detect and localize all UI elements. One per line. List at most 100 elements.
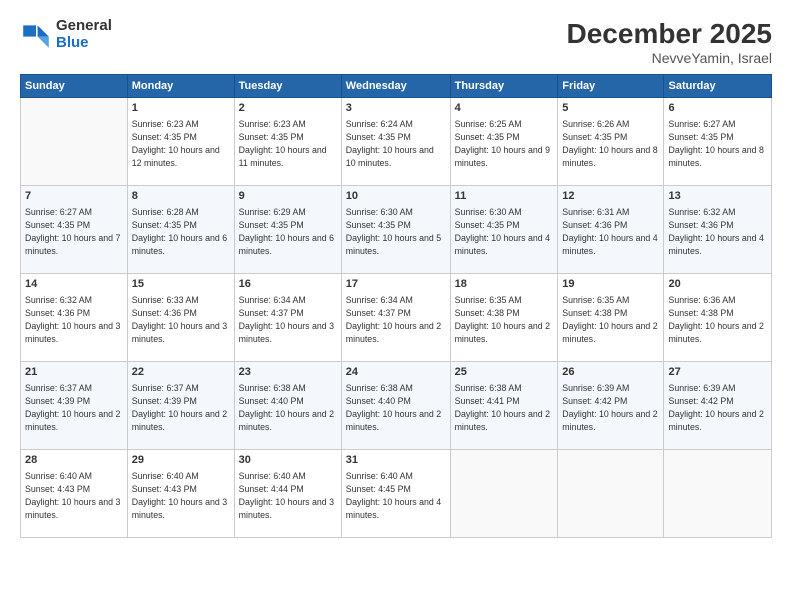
calendar-table: SundayMondayTuesdayWednesdayThursdayFrid…	[20, 74, 772, 538]
calendar-cell: 13 Sunrise: 6:32 AM Sunset: 4:36 PM Dayli…	[664, 186, 772, 274]
logo: General Blue	[20, 18, 112, 51]
day-info: Sunrise: 6:35 AM Sunset: 4:38 PM Dayligh…	[562, 294, 659, 345]
day-info: Sunrise: 6:39 AM Sunset: 4:42 PM Dayligh…	[562, 382, 659, 433]
day-number: 9	[239, 189, 337, 204]
calendar-header-friday: Friday	[558, 75, 664, 98]
calendar-cell: 25 Sunrise: 6:38 AM Sunset: 4:41 PM Dayli…	[450, 362, 558, 450]
day-number: 12	[562, 189, 659, 204]
day-info: Sunrise: 6:27 AM Sunset: 4:35 PM Dayligh…	[668, 118, 767, 169]
day-info: Sunrise: 6:32 AM Sunset: 4:36 PM Dayligh…	[25, 294, 123, 345]
calendar-header-row: SundayMondayTuesdayWednesdayThursdayFrid…	[21, 75, 772, 98]
day-number: 31	[346, 453, 446, 468]
day-number: 27	[668, 365, 767, 380]
day-number: 30	[239, 453, 337, 468]
day-info: Sunrise: 6:25 AM Sunset: 4:35 PM Dayligh…	[455, 118, 554, 169]
calendar-cell: 27Sunrise: 6:39 AM Sunset: 4:42 PM Dayli…	[664, 362, 772, 450]
location: NevveYamin, Israel	[567, 50, 772, 66]
day-info: Sunrise: 6:36 AM Sunset: 4:38 PM Dayligh…	[668, 294, 767, 345]
day-number: 8	[132, 189, 230, 204]
day-number: 22	[132, 365, 230, 380]
logo-blue-text: Blue	[56, 35, 112, 52]
calendar-header-saturday: Saturday	[664, 75, 772, 98]
day-number: 13	[668, 189, 767, 204]
calendar-header-thursday: Thursday	[450, 75, 558, 98]
day-number: 3	[346, 101, 446, 116]
day-info: Sunrise: 6:32 AM Sunset: 4:36 PM Dayligh…	[668, 206, 767, 257]
calendar-cell: 5 Sunrise: 6:26 AM Sunset: 4:35 PM Daylig…	[558, 98, 664, 186]
day-info: Sunrise: 6:35 AM Sunset: 4:38 PM Dayligh…	[455, 294, 554, 345]
calendar-cell: 1 Sunrise: 6:23 AM Sunset: 4:35 PM Daylig…	[127, 98, 234, 186]
calendar-cell: 26 Sunrise: 6:39 AM Sunset: 4:42 PM Dayli…	[558, 362, 664, 450]
calendar-header-tuesday: Tuesday	[234, 75, 341, 98]
calendar-cell: 9 Sunrise: 6:29 AM Sunset: 4:35 PM Daylig…	[234, 186, 341, 274]
day-number: 23	[239, 365, 337, 380]
logo-general-text: General	[56, 18, 112, 35]
day-info: Sunrise: 6:37 AM Sunset: 4:39 PM Dayligh…	[132, 382, 230, 433]
calendar-header-monday: Monday	[127, 75, 234, 98]
day-info: Sunrise: 6:34 AM Sunset: 4:37 PM Dayligh…	[346, 294, 446, 345]
day-number: 20	[668, 277, 767, 292]
calendar-cell: 14Sunrise: 6:32 AM Sunset: 4:36 PM Dayli…	[21, 274, 128, 362]
calendar-week-row: 14Sunrise: 6:32 AM Sunset: 4:36 PM Dayli…	[21, 274, 772, 362]
calendar-cell: 29Sunrise: 6:40 AM Sunset: 4:43 PM Dayli…	[127, 450, 234, 538]
day-info: Sunrise: 6:23 AM Sunset: 4:35 PM Dayligh…	[132, 118, 230, 169]
day-number: 4	[455, 101, 554, 116]
day-info: Sunrise: 6:34 AM Sunset: 4:37 PM Dayligh…	[239, 294, 337, 345]
day-number: 5	[562, 101, 659, 116]
day-number: 17	[346, 277, 446, 292]
day-info: Sunrise: 6:38 AM Sunset: 4:40 PM Dayligh…	[346, 382, 446, 433]
calendar-header-wednesday: Wednesday	[341, 75, 450, 98]
day-number: 29	[132, 453, 230, 468]
day-info: Sunrise: 6:30 AM Sunset: 4:35 PM Dayligh…	[455, 206, 554, 257]
logo-text: General Blue	[56, 18, 112, 51]
day-info: Sunrise: 6:37 AM Sunset: 4:39 PM Dayligh…	[25, 382, 123, 433]
day-number: 18	[455, 277, 554, 292]
calendar-cell	[664, 450, 772, 538]
calendar-cell: 17 Sunrise: 6:34 AM Sunset: 4:37 PM Dayli…	[341, 274, 450, 362]
day-info: Sunrise: 6:28 AM Sunset: 4:35 PM Dayligh…	[132, 206, 230, 257]
day-number: 10	[346, 189, 446, 204]
day-info: Sunrise: 6:26 AM Sunset: 4:35 PM Dayligh…	[562, 118, 659, 169]
day-info: Sunrise: 6:38 AM Sunset: 4:41 PM Dayligh…	[455, 382, 554, 433]
day-number: 1	[132, 101, 230, 116]
day-number: 21	[25, 365, 123, 380]
day-number: 6	[668, 101, 767, 116]
day-number: 26	[562, 365, 659, 380]
calendar-cell: 4 Sunrise: 6:25 AM Sunset: 4:35 PM Daylig…	[450, 98, 558, 186]
day-info: Sunrise: 6:33 AM Sunset: 4:36 PM Dayligh…	[132, 294, 230, 345]
calendar-cell: 8 Sunrise: 6:28 AM Sunset: 4:35 PM Daylig…	[127, 186, 234, 274]
calendar-cell: 18 Sunrise: 6:35 AM Sunset: 4:38 PM Dayli…	[450, 274, 558, 362]
calendar-cell: 24 Sunrise: 6:38 AM Sunset: 4:40 PM Dayli…	[341, 362, 450, 450]
calendar-cell: 2Sunrise: 6:23 AM Sunset: 4:35 PM Daylig…	[234, 98, 341, 186]
calendar-cell: 6 Sunrise: 6:27 AM Sunset: 4:35 PM Daylig…	[664, 98, 772, 186]
calendar-cell: 3Sunrise: 6:24 AM Sunset: 4:35 PM Daylig…	[341, 98, 450, 186]
calendar-cell: 10 Sunrise: 6:30 AM Sunset: 4:35 PM Dayli…	[341, 186, 450, 274]
day-number: 25	[455, 365, 554, 380]
calendar-cell: 30Sunrise: 6:40 AM Sunset: 4:44 PM Dayli…	[234, 450, 341, 538]
calendar-cell: 23 Sunrise: 6:38 AM Sunset: 4:40 PM Dayli…	[234, 362, 341, 450]
day-number: 7	[25, 189, 123, 204]
day-number: 11	[455, 189, 554, 204]
day-info: Sunrise: 6:27 AM Sunset: 4:35 PM Dayligh…	[25, 206, 123, 257]
month-title: December 2025	[567, 18, 772, 50]
day-info: Sunrise: 6:40 AM Sunset: 4:43 PM Dayligh…	[25, 470, 123, 521]
calendar-header-sunday: Sunday	[21, 75, 128, 98]
calendar-cell: 7 Sunrise: 6:27 AM Sunset: 4:35 PM Daylig…	[21, 186, 128, 274]
day-info: Sunrise: 6:30 AM Sunset: 4:35 PM Dayligh…	[346, 206, 446, 257]
calendar-cell: 21 Sunrise: 6:37 AM Sunset: 4:39 PM Dayli…	[21, 362, 128, 450]
calendar-cell: 12 Sunrise: 6:31 AM Sunset: 4:36 PM Dayli…	[558, 186, 664, 274]
calendar-week-row: 1 Sunrise: 6:23 AM Sunset: 4:35 PM Daylig…	[21, 98, 772, 186]
day-info: Sunrise: 6:31 AM Sunset: 4:36 PM Dayligh…	[562, 206, 659, 257]
day-number: 19	[562, 277, 659, 292]
day-info: Sunrise: 6:38 AM Sunset: 4:40 PM Dayligh…	[239, 382, 337, 433]
page: General Blue December 2025 NevveYamin, I…	[0, 0, 792, 612]
calendar-week-row: 28Sunrise: 6:40 AM Sunset: 4:43 PM Dayli…	[21, 450, 772, 538]
calendar-cell: 28Sunrise: 6:40 AM Sunset: 4:43 PM Dayli…	[21, 450, 128, 538]
day-number: 24	[346, 365, 446, 380]
day-info: Sunrise: 6:23 AM Sunset: 4:35 PM Dayligh…	[239, 118, 337, 169]
day-info: Sunrise: 6:40 AM Sunset: 4:45 PM Dayligh…	[346, 470, 446, 521]
calendar-week-row: 7 Sunrise: 6:27 AM Sunset: 4:35 PM Daylig…	[21, 186, 772, 274]
day-info: Sunrise: 6:29 AM Sunset: 4:35 PM Dayligh…	[239, 206, 337, 257]
title-block: December 2025 NevveYamin, Israel	[567, 18, 772, 66]
day-number: 16	[239, 277, 337, 292]
